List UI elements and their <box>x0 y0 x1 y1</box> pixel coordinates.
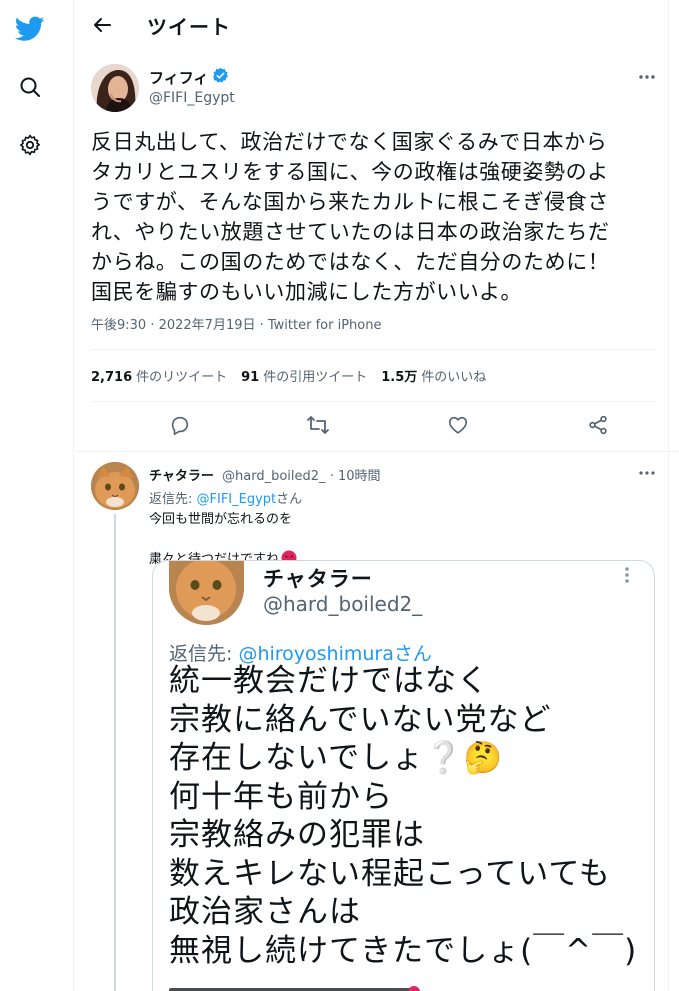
tweet-text: 反日丸出して、政治だけでなく国家ぐるみで日本から タカリとユスリをする国に、今の… <box>91 130 610 304</box>
thread-line <box>114 514 116 991</box>
top-bar: ツイート <box>75 0 669 50</box>
search-icon[interactable] <box>13 70 47 104</box>
image-avatar <box>169 561 244 625</box>
more-options-icon[interactable] <box>637 68 657 84</box>
like-heart-icon[interactable] <box>445 412 471 438</box>
likes-count[interactable]: 1.5万 件のいいね <box>381 366 486 385</box>
back-arrow-icon[interactable] <box>89 12 115 38</box>
reply-author-avatar[interactable] <box>91 462 139 510</box>
retweet-icon[interactable] <box>305 412 331 438</box>
sidebar <box>0 0 74 991</box>
reply-author-handle[interactable]: @hard_boiled2_ <box>222 469 326 484</box>
reply-to-handle-link[interactable]: @FIFI_Egypt <box>197 492 277 507</box>
more-options-icon[interactable] <box>637 465 657 479</box>
reply-header: チャタラー @hard_boiled2_ · 10時間 <box>149 465 381 484</box>
image-cut-off-line <box>169 981 429 991</box>
reply-time[interactable]: · 10時間 <box>330 469 381 484</box>
image-author-name: チャタラー <box>263 567 373 591</box>
reply-to-line: 返信先: @FIFI_Egyptさん <box>149 492 303 507</box>
main-column: ツイート フィフィ @FIFI_Egypt 反日丸出して、政治だけでなく国家ぐる… <box>75 0 679 991</box>
attached-image[interactable]: チャタラー @hard_boiled2_ 返信先: @hiroyoshimura… <box>152 560 655 991</box>
vertical-more-icon <box>623 565 631 585</box>
divider <box>91 401 657 402</box>
divider <box>75 451 679 452</box>
divider <box>91 349 657 350</box>
author-handle[interactable]: @FIFI_Egypt <box>149 90 235 106</box>
twitter-logo-icon[interactable] <box>13 12 47 46</box>
reply-author-name[interactable]: チャタラー <box>149 469 214 484</box>
author-name-text: フィフィ <box>149 69 209 87</box>
action-bar <box>91 408 657 444</box>
image-author-handle: @hard_boiled2_ <box>263 592 423 616</box>
author-name[interactable]: フィフィ <box>149 67 229 88</box>
retweets-count[interactable]: 2,716 件のリツイート <box>91 366 227 385</box>
author-avatar[interactable] <box>91 64 139 112</box>
engagement-counts: 2,716 件のリツイート 91 件の引用ツイート 1.5万 件のいいね <box>91 366 486 385</box>
gear-icon[interactable] <box>13 128 47 162</box>
reply-icon[interactable] <box>167 412 193 438</box>
share-icon[interactable] <box>585 412 611 438</box>
verified-badge-icon <box>212 67 229 88</box>
image-text: 統一教会だけではなく 宗教に絡んでいない党など 存在しないでしょ❔🤔 何十年も前… <box>169 663 638 969</box>
page-title: ツイート <box>147 15 231 39</box>
tweet-timestamp[interactable]: 午後9:30 · 2022年7月19日 · Twitter for iPhone <box>91 314 381 333</box>
quotes-count[interactable]: 91 件の引用ツイート <box>241 366 367 385</box>
